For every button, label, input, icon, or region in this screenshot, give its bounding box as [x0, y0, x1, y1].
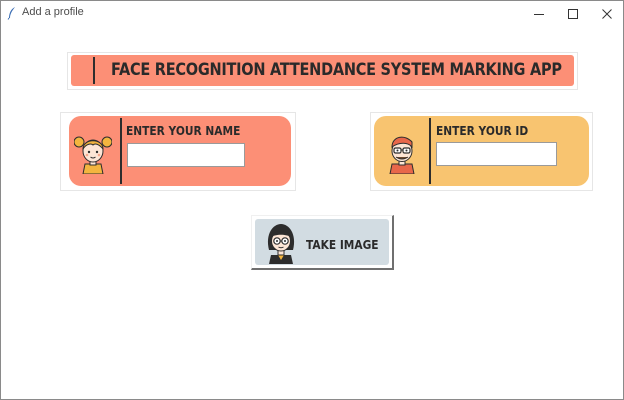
window-title: Add a profile	[22, 6, 84, 18]
name-card-divider	[120, 118, 122, 184]
close-icon	[602, 4, 612, 23]
name-card: ENTER YOUR NAME	[69, 116, 291, 186]
close-button[interactable]	[591, 1, 623, 25]
maximize-button[interactable]	[557, 1, 589, 25]
title-bar: Add a profile	[1, 1, 623, 25]
boy-avatar-icon	[383, 130, 421, 175]
app-title: FACE RECOGNITION ATTENDANCE SYSTEM MARKI…	[111, 60, 562, 79]
take-image-label: TAKE IMAGE	[306, 237, 379, 252]
banner-divider	[93, 57, 95, 84]
name-input[interactable]	[127, 143, 245, 167]
girl-avatar-icon	[73, 130, 113, 175]
name-card-frame: ENTER YOUR NAME	[60, 112, 296, 191]
id-input[interactable]	[436, 142, 557, 166]
banner-frame: FACE RECOGNITION ATTENDANCE SYSTEM MARKI…	[67, 52, 578, 90]
maximize-icon	[568, 4, 578, 23]
id-card: ENTER YOUR ID	[374, 116, 589, 186]
feather-icon	[7, 5, 17, 20]
person-avatar-icon	[261, 220, 301, 264]
id-card-frame: ENTER YOUR ID	[370, 112, 593, 191]
id-card-divider	[429, 118, 431, 184]
id-label: ENTER YOUR ID	[436, 123, 529, 138]
banner: FACE RECOGNITION ATTENDANCE SYSTEM MARKI…	[71, 55, 574, 86]
take-image-panel: TAKE IMAGE	[255, 219, 389, 265]
app-window: Add a profile FACE RECOGNITION ATTENDANC…	[0, 0, 624, 400]
minimize-button[interactable]	[523, 1, 555, 25]
name-label: ENTER YOUR NAME	[126, 123, 241, 138]
minimize-icon	[534, 4, 544, 23]
take-image-button[interactable]: TAKE IMAGE	[251, 215, 394, 270]
